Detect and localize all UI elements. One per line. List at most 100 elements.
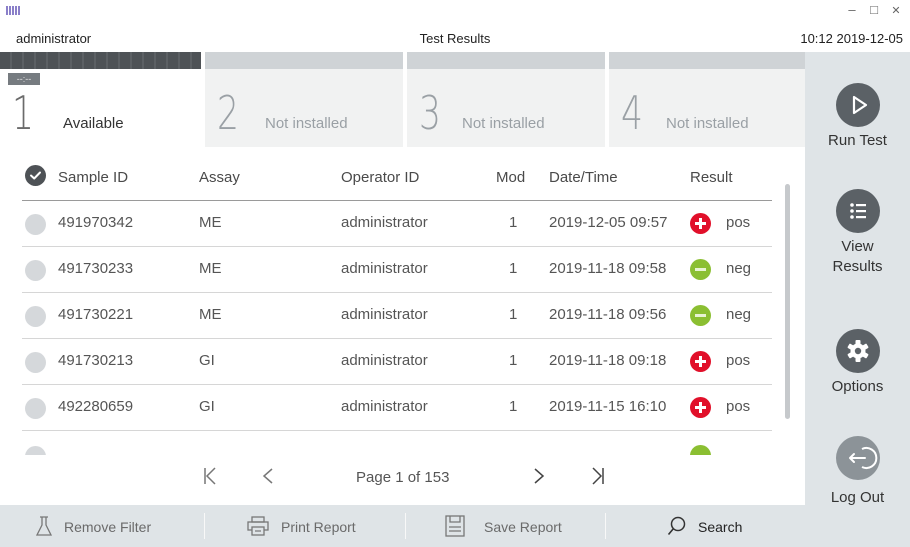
window-title: Test Results <box>419 31 491 46</box>
cell-operator-id: administrator <box>341 260 428 277</box>
title-bar: – □ ✕ administrator Test Results 10:12 2… <box>0 0 910 50</box>
table-row[interactable]: 491730213 GI administrator 1 2019-11-18 … <box>0 339 805 385</box>
cell-result: neg <box>726 260 752 277</box>
print-report-label: Print Report <box>281 519 356 535</box>
cell-assay: GI <box>199 352 215 369</box>
search-label: Search <box>698 519 743 535</box>
log-out-label: Log Out <box>830 489 885 506</box>
page-indicator: Page 1 of 153 <box>356 469 450 486</box>
tab-module-3[interactable]: 3 Not installed <box>407 52 605 147</box>
gear-icon <box>835 329 880 373</box>
select-all-checkbox[interactable] <box>25 165 46 186</box>
cell-sample-id: 491970342 <box>58 214 134 231</box>
last-page-button[interactable] <box>591 465 605 493</box>
print-report-button[interactable]: Print Report <box>205 505 405 547</box>
view-results-label: View Results <box>832 238 883 275</box>
run-test-button[interactable]: Run Test <box>805 83 910 151</box>
cell-mod: 1 <box>509 214 518 231</box>
cell-operator-id: administrator <box>341 214 428 231</box>
header-mod[interactable]: Mod <box>496 169 525 186</box>
save-icon <box>445 515 465 542</box>
tab-number: 4 <box>621 86 643 140</box>
printer-icon <box>247 516 269 541</box>
cell-result: neg <box>726 306 752 323</box>
options-label: Options <box>831 378 884 395</box>
next-page-button[interactable] <box>533 465 545 493</box>
previous-page-button[interactable] <box>262 465 274 493</box>
cell-sample-id: 491730213 <box>58 352 134 369</box>
clock: 10:12 2019-12-05 <box>800 31 903 46</box>
cell-date-time: 2019-11-15 16:10 <box>549 398 667 415</box>
tab-label: Available <box>63 115 124 132</box>
row-checkbox[interactable] <box>25 214 46 235</box>
cell-date-time: 2019-12-05 09:57 <box>549 214 668 231</box>
plus-icon <box>690 397 711 418</box>
minimize-button[interactable]: – <box>842 2 862 17</box>
table-row[interactable]: 491730221 ME administrator 1 2019-11-18 … <box>0 293 805 339</box>
minus-icon <box>690 445 711 455</box>
tab-module-4[interactable]: 4 Not installed <box>609 52 805 147</box>
plus-icon <box>690 213 711 234</box>
search-button[interactable]: Search <box>606 505 805 547</box>
run-test-label: Run Test <box>828 132 887 149</box>
module-timer: --:-- <box>8 73 40 85</box>
tab-module-1[interactable]: --:-- 1 Available <box>0 52 201 147</box>
save-report-button[interactable]: Save Report <box>406 505 605 547</box>
maximize-button[interactable]: □ <box>864 2 884 17</box>
row-checkbox[interactable] <box>25 398 46 419</box>
remove-filter-label: Remove Filter <box>64 519 152 535</box>
cell-date-time: 2019-11-18 09:18 <box>549 352 667 369</box>
plus-icon <box>690 351 711 372</box>
cell-assay: ME <box>199 214 222 231</box>
play-icon <box>835 83 880 127</box>
sidebar: Run Test View Results Options Log Out <box>805 52 910 547</box>
table-row[interactable]: 491730233 ME administrator 1 2019-11-18 … <box>0 247 805 293</box>
tab-number: 2 <box>217 86 239 140</box>
table-row-partial[interactable] <box>0 431 805 455</box>
minus-icon <box>690 305 711 326</box>
view-results-button[interactable]: View Results <box>805 189 910 277</box>
log-out-button[interactable]: Log Out <box>805 436 910 508</box>
cell-sample-id: 491730233 <box>58 260 134 277</box>
table-row[interactable]: 492280659 GI administrator 1 2019-11-15 … <box>0 385 805 431</box>
scrollbar-thumb[interactable] <box>785 184 790 419</box>
cell-mod: 1 <box>509 352 518 369</box>
pagination: Page 1 of 153 <box>0 455 805 503</box>
cell-assay: GI <box>199 398 215 415</box>
cell-assay: ME <box>199 260 222 277</box>
cell-result: pos <box>726 214 751 231</box>
logout-icon <box>835 436 880 480</box>
row-checkbox[interactable] <box>25 446 46 455</box>
row-checkbox[interactable] <box>25 352 46 373</box>
cell-sample-id: 491730221 <box>58 306 134 323</box>
tab-label: Not installed <box>265 115 348 132</box>
filter-icon <box>35 516 53 541</box>
results-table: Sample ID Assay Operator ID Mod Date/Tim… <box>0 147 805 455</box>
first-page-button[interactable] <box>203 465 217 493</box>
tab-number: 3 <box>419 86 441 140</box>
cell-mod: 1 <box>509 260 518 277</box>
header-sample-id[interactable]: Sample ID <box>58 169 128 186</box>
cell-assay: ME <box>199 306 222 323</box>
cell-result: pos <box>726 398 751 415</box>
bottom-toolbar: Remove Filter Print Report Save Report S… <box>0 505 805 547</box>
row-checkbox[interactable] <box>25 306 46 327</box>
header-operator-id[interactable]: Operator ID <box>341 169 419 186</box>
row-checkbox[interactable] <box>25 260 46 281</box>
tab-module-2[interactable]: 2 Not installed <box>205 52 403 147</box>
table-scrollbar[interactable] <box>783 180 791 420</box>
table-row[interactable]: 491970342 ME administrator 1 2019-12-05 … <box>0 201 805 247</box>
cell-date-time: 2019-11-18 09:58 <box>549 260 667 277</box>
close-button[interactable]: ✕ <box>886 4 906 17</box>
cell-sample-id: 492280659 <box>58 398 134 415</box>
cell-operator-id: administrator <box>341 398 428 415</box>
remove-filter-button[interactable]: Remove Filter <box>0 505 204 547</box>
header-result[interactable]: Result <box>690 169 733 186</box>
cell-result: pos <box>726 352 751 369</box>
cell-mod: 1 <box>509 306 518 323</box>
cell-date-time: 2019-11-18 09:56 <box>549 306 667 323</box>
minus-icon <box>690 259 711 280</box>
header-assay[interactable]: Assay <box>199 169 240 186</box>
options-button[interactable]: Options <box>805 329 910 397</box>
header-date-time[interactable]: Date/Time <box>549 169 618 186</box>
